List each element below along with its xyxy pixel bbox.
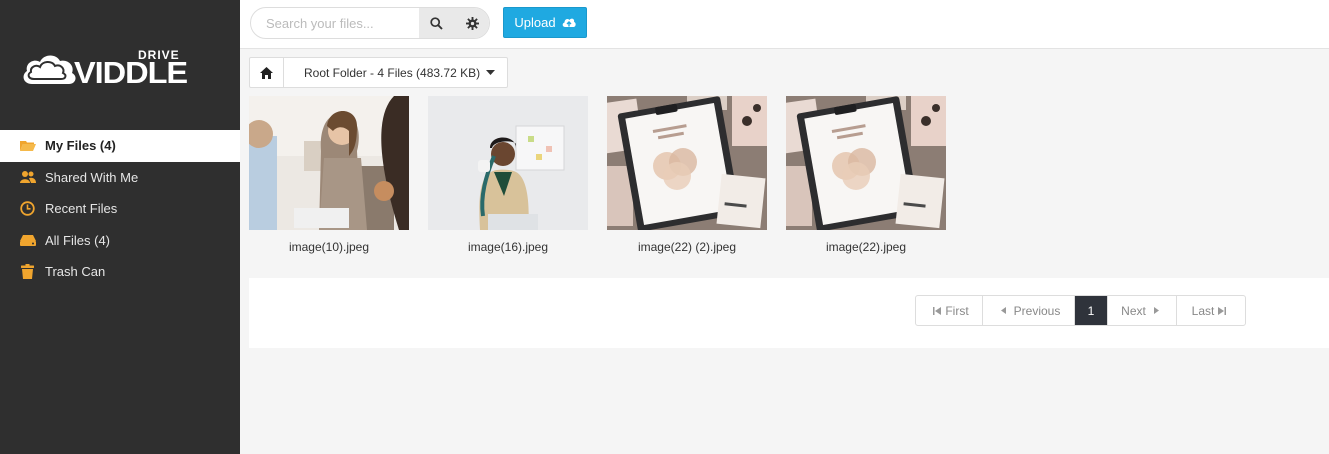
file-item[interactable]: image(16).jpeg xyxy=(428,96,588,254)
file-item[interactable]: image(10).jpeg xyxy=(249,96,409,254)
users-icon xyxy=(19,169,36,185)
sidebar-item-all-files[interactable]: All Files (4) xyxy=(0,225,240,257)
gear-icon xyxy=(466,16,479,30)
sidebar-nav: My Files (4) Shared With Me Recent Files… xyxy=(0,130,240,288)
breadcrumb-folder-label: Root Folder - 4 Files (483.72 KB) xyxy=(304,65,481,80)
cloud-upload-icon xyxy=(562,17,576,28)
first-page-icon xyxy=(933,306,942,315)
file-name: image(10).jpeg xyxy=(288,240,370,254)
file-item[interactable]: image(22) (2).jpeg xyxy=(607,96,767,254)
sidebar: DRIVE VIDDLE My Files (4) Shared With Me… xyxy=(0,0,240,454)
file-name: image(22).jpeg xyxy=(825,240,907,254)
logo[interactable]: DRIVE VIDDLE xyxy=(20,46,190,88)
pagination: First Previous 1 Next Last xyxy=(915,295,1246,326)
file-name: image(16).jpeg xyxy=(467,240,549,254)
sidebar-item-label: All Files (4) xyxy=(45,232,111,248)
page-first-label: First xyxy=(945,303,969,318)
breadcrumb: Root Folder - 4 Files (483.72 KB) xyxy=(249,57,509,88)
last-page-icon xyxy=(1218,306,1227,315)
clock-icon xyxy=(19,201,36,217)
page-last-label: Last xyxy=(1191,303,1215,318)
pagination-area: First Previous 1 Next Last xyxy=(249,278,1329,348)
page-first-button[interactable]: First xyxy=(916,296,983,325)
page-next-label: Next xyxy=(1121,303,1146,318)
page-last-button[interactable]: Last xyxy=(1177,296,1245,325)
page-previous-label: Previous xyxy=(1013,303,1061,318)
trash-icon xyxy=(19,264,36,280)
sidebar-item-recent[interactable]: Recent Files xyxy=(0,193,240,225)
file-name: image(22) (2).jpeg xyxy=(637,240,737,254)
logo-viddle-text: VIDDLE xyxy=(74,55,188,90)
search-button[interactable] xyxy=(419,8,454,38)
caret-left-icon xyxy=(1000,307,1006,314)
file-grid: image(10).jpeg image(16).jpeg image(22) … xyxy=(249,96,965,254)
folder-open-icon xyxy=(19,138,36,154)
caret-down-icon xyxy=(486,70,496,75)
file-thumbnail xyxy=(428,96,588,230)
page-previous-button[interactable]: Previous xyxy=(983,296,1075,325)
caret-right-icon xyxy=(1153,307,1159,314)
search-input[interactable] xyxy=(251,8,419,38)
search-bar xyxy=(250,7,490,39)
home-icon xyxy=(260,66,273,79)
file-item[interactable]: image(22).jpeg xyxy=(786,96,946,254)
top-header: Upload xyxy=(240,0,1329,49)
breadcrumb-home[interactable] xyxy=(250,58,284,87)
breadcrumb-folder-dropdown[interactable]: Root Folder - 4 Files (483.72 KB) xyxy=(284,58,507,87)
cloud-logo-icon xyxy=(23,55,76,84)
search-settings-button[interactable] xyxy=(454,8,489,38)
sidebar-item-label: Trash Can xyxy=(45,264,106,280)
file-thumbnail xyxy=(249,96,409,230)
sidebar-item-label: Recent Files xyxy=(45,201,118,217)
page-next-button[interactable]: Next xyxy=(1108,296,1177,325)
main-content: Root Folder - 4 Files (483.72 KB) image(… xyxy=(240,50,1329,454)
sidebar-item-my-files[interactable]: My Files (4) xyxy=(0,130,240,162)
file-thumbnail xyxy=(607,96,767,230)
page-number-current[interactable]: 1 xyxy=(1075,296,1108,325)
upload-label: Upload xyxy=(514,15,556,30)
sidebar-item-shared[interactable]: Shared With Me xyxy=(0,162,240,194)
sidebar-item-label: My Files (4) xyxy=(45,138,116,154)
sidebar-item-label: Shared With Me xyxy=(45,169,139,185)
sidebar-item-trash[interactable]: Trash Can xyxy=(0,256,240,288)
file-thumbnail xyxy=(786,96,946,230)
search-icon xyxy=(430,16,443,30)
upload-button[interactable]: Upload xyxy=(503,7,587,38)
drive-icon xyxy=(19,232,36,248)
